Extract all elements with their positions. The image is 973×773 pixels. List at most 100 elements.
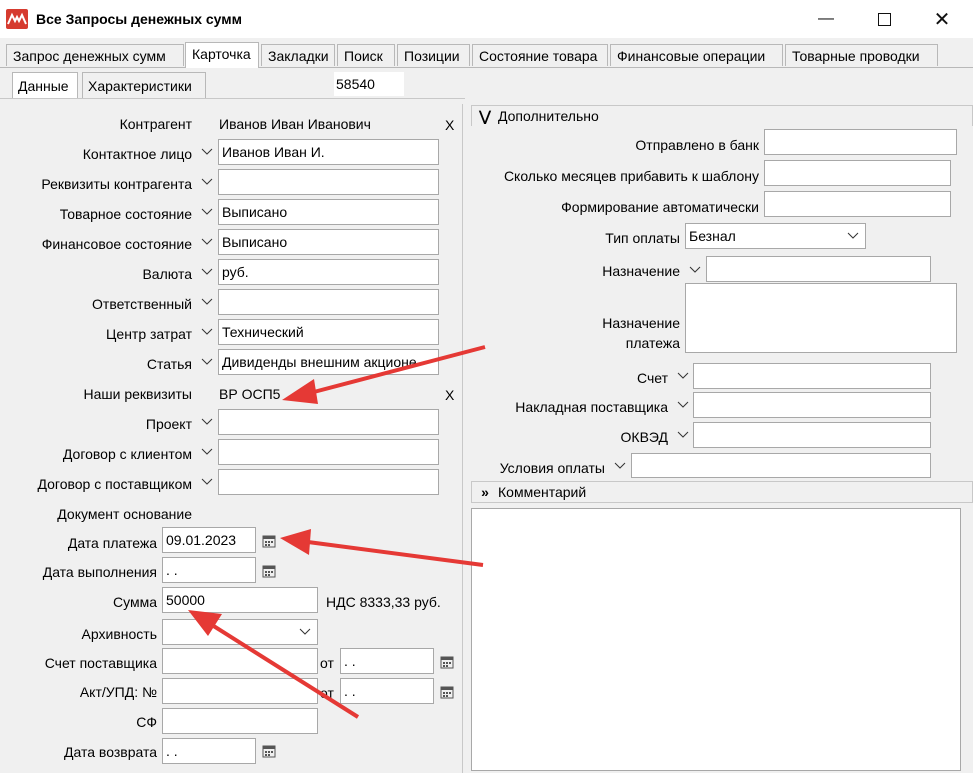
our-requisites-label: Наши реквизиты [83,386,192,402]
maximize-button[interactable] [861,0,907,38]
article-field[interactable]: Дивиденды внешним акционе [218,349,439,375]
window-title: Все Запросы денежных сумм [36,11,242,27]
chevron-down-icon[interactable] [199,294,215,310]
chevron-down-icon[interactable] [675,397,691,413]
supplier-contract-field[interactable] [218,469,439,495]
counterparty-clear-button[interactable]: X [445,117,454,133]
sf-label: СФ [136,714,157,730]
responsible-label: Ответственный [92,296,192,312]
calendar-icon[interactable] [440,685,454,699]
maximize-icon [877,12,891,26]
account-field[interactable] [693,363,931,389]
okved-field[interactable] [693,422,931,448]
chevron-down-icon[interactable] [199,354,215,370]
auto-field[interactable] [764,191,951,217]
purpose-field[interactable] [706,256,931,282]
client-contract-field[interactable] [218,439,439,465]
chevron-down-icon[interactable] [199,444,215,460]
chevron-down-icon[interactable] [199,414,215,430]
comment-section-header[interactable]: » Комментарий [471,481,973,503]
tab-request[interactable]: Запрос денежных сумм [6,44,184,66]
pay-purpose-label-2: платежа [625,335,680,351]
months-field[interactable] [764,160,951,186]
tab-goods-postings[interactable]: Товарные проводки [785,44,938,66]
requisites-field[interactable] [218,169,439,195]
chevron-down-icon[interactable] [297,624,313,640]
chevron-down-icon[interactable] [687,262,703,278]
act-date-field[interactable]: . . [340,678,434,704]
chevron-down-icon[interactable] [199,204,215,220]
subtab-data[interactable]: Данные [12,72,78,98]
cost-center-field[interactable]: Технический [218,319,439,345]
exec-date-field[interactable]: . . [162,557,256,583]
auto-label: Формирование автоматически [561,199,759,215]
our-requisites-value: ВР ОСП5 [219,386,281,402]
currency-label: Валюта [142,266,192,282]
tab-card[interactable]: Карточка [185,42,259,68]
fin-state-field[interactable]: Выписано [218,229,439,255]
chevron-down-icon[interactable] [199,234,215,250]
chevron-down-icon[interactable] [199,324,215,340]
chevron-down-icon[interactable] [845,228,861,244]
counterparty-label: Контрагент [119,116,192,132]
goods-state-field[interactable]: Выписано [218,199,439,225]
tab-search[interactable]: Поиск [337,44,395,66]
close-button[interactable]: ✕ [919,0,965,38]
calendar-icon[interactable] [440,655,454,669]
extra-section-title: Дополнительно [498,108,599,124]
our-requisites-clear-button[interactable]: X [445,387,454,403]
pay-purpose-textarea[interactable] [685,283,957,353]
extra-scrollbar[interactable] [961,126,973,478]
pay-terms-field[interactable] [631,453,931,478]
vat-text: НДС 8333,33 руб. [326,594,441,610]
supplier-invoice-label: Счет поставщика [44,655,157,671]
counterparty-value: Иванов Иван Иванович [219,116,371,132]
pay-date-field[interactable]: 09.01.2023 [162,527,256,553]
supplier-invoice-date-field[interactable]: . . [340,648,434,674]
chevron-down-icon[interactable] [199,474,215,490]
okved-label: ОКВЭД [620,429,668,445]
article-label: Статья [146,356,192,372]
chevron-down-icon[interactable] [199,174,215,190]
act-field[interactable] [162,678,318,704]
chevron-down-icon[interactable] [675,368,691,384]
subtab-characteristics[interactable]: Характеристики [82,72,206,98]
return-date-field[interactable]: . . [162,738,256,764]
app-logo-icon [6,9,28,29]
tab-bookmarks[interactable]: Закладки [261,44,335,66]
pay-purpose-label-1: Назначение [602,315,680,331]
calendar-icon[interactable] [262,564,276,578]
chevron-down-icon[interactable] [612,458,628,474]
from-label: от [320,685,334,701]
extra-section-header[interactable]: ⋁ Дополнительно [471,105,973,127]
chevron-down-icon[interactable] [199,264,215,280]
sf-field[interactable] [162,708,318,734]
fin-state-label: Финансовое состояние [41,236,192,252]
supplier-waybill-field[interactable] [693,392,931,418]
minimize-icon: — [818,10,834,27]
calendar-icon[interactable] [262,534,276,548]
contact-field[interactable]: Иванов Иван И. [218,139,439,165]
close-icon: ✕ [933,8,951,31]
chevron-down-icon[interactable] [675,427,691,443]
tab-goods-state[interactable]: Состояние товара [472,44,608,66]
chevron-down-icon[interactable] [199,144,215,160]
tab-fin-operations[interactable]: Финансовые операции [610,44,783,66]
responsible-field[interactable] [218,289,439,315]
pay-type-select[interactable]: Безнал [685,223,866,249]
sent-bank-field[interactable] [764,129,957,155]
sum-field[interactable]: 50000 [162,587,318,613]
comment-textarea[interactable] [471,508,961,771]
currency-field[interactable]: руб. [218,259,439,285]
sum-label: Сумма [113,594,157,610]
project-field[interactable] [218,409,439,435]
minimize-button[interactable]: — [803,0,849,38]
calendar-icon[interactable] [262,744,276,758]
tab-divider [0,67,973,68]
panel-splitter[interactable] [462,104,463,773]
supplier-contract-label: Договор с поставщиком [37,476,192,492]
archive-label: Архивность [81,626,157,642]
tab-positions[interactable]: Позиции [397,44,470,66]
supplier-invoice-field[interactable] [162,648,318,674]
archive-select[interactable] [162,619,318,645]
